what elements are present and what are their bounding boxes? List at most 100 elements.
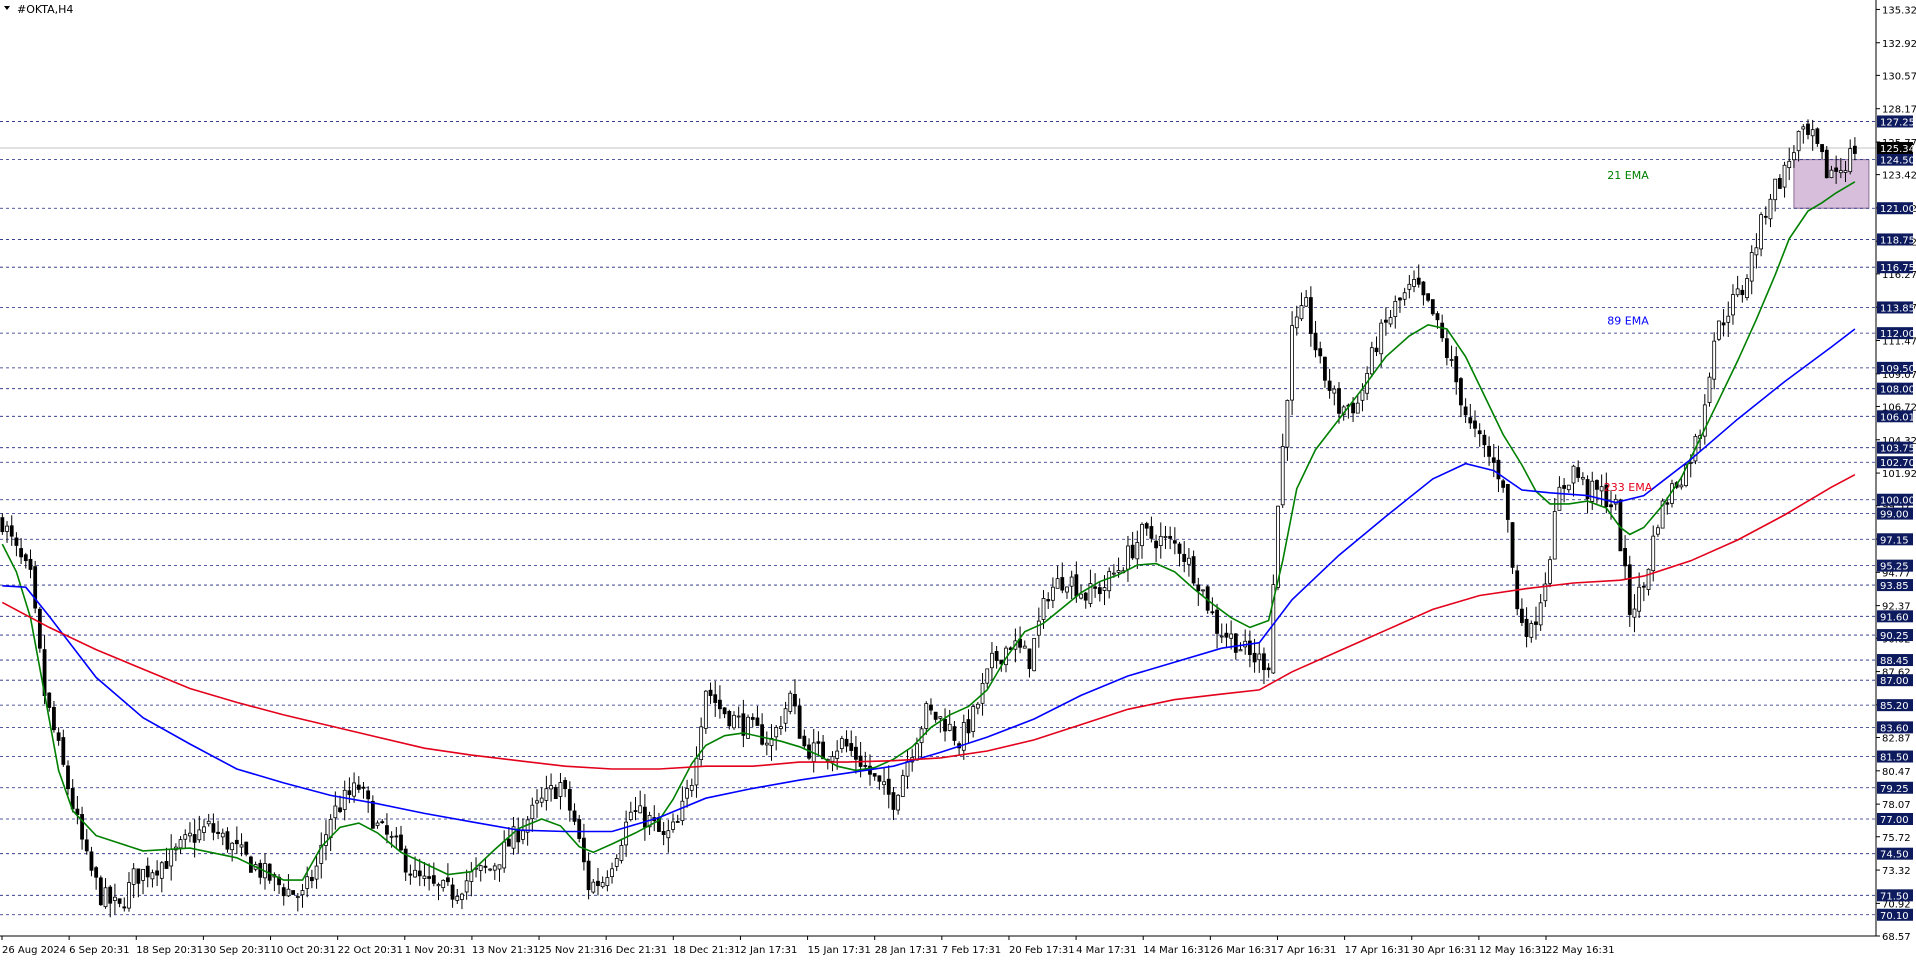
level-price-label: 95.25 — [1877, 559, 1913, 573]
time-tick-label: 22 Oct 20:31 — [338, 945, 403, 956]
candle[interactable] — [33, 560, 38, 614]
level-price-label: 77.00 — [1877, 812, 1913, 826]
svg-text:118.75: 118.75 — [1880, 235, 1915, 246]
time-tick-label: 6 Dec 21:31 — [606, 945, 667, 956]
level-price-label: 113.85 — [1877, 301, 1915, 314]
candle[interactable] — [1290, 311, 1294, 415]
price-chart[interactable]: 135.32132.92130.57128.17125.77123.42121.… — [0, 0, 1916, 963]
candle[interactable] — [37, 606, 42, 653]
time-tick-label: 20 Feb 17:31 — [1009, 945, 1075, 956]
level-price-label: 124.50 — [1877, 153, 1915, 167]
level-price-label: 112.00 — [1877, 327, 1915, 340]
level-price-label: 103.75 — [1877, 441, 1915, 455]
svg-text:93.85: 93.85 — [1880, 581, 1909, 592]
candle[interactable] — [98, 875, 103, 906]
level-price-label: 99.00 — [1877, 507, 1913, 521]
svg-text:100.00: 100.00 — [1880, 496, 1915, 507]
time-tick-label: 25 Nov 21:31 — [539, 945, 606, 956]
time-tick-label: 26 Mar 16:31 — [1210, 945, 1277, 956]
annotation-label: 21 EMA — [1607, 169, 1649, 182]
level-price-label: 97.15 — [1877, 533, 1913, 546]
svg-text:125.34: 125.34 — [1880, 144, 1915, 155]
time-tick-label: 15 Jan 17:31 — [808, 945, 871, 956]
price-tick-label: 78.07 — [1882, 800, 1911, 811]
level-price-label: 102.70 — [1877, 456, 1915, 469]
candle[interactable] — [1824, 145, 1829, 179]
price-tick-label: 82.87 — [1882, 734, 1911, 745]
svg-text:88.45: 88.45 — [1880, 656, 1909, 667]
time-tick-label: 30 Apr 16:31 — [1412, 945, 1477, 956]
svg-text:90.25: 90.25 — [1880, 631, 1909, 642]
svg-text:81.50: 81.50 — [1880, 753, 1909, 764]
level-price-label: 116.75 — [1877, 261, 1915, 274]
time-tick-label: 10 Oct 20:31 — [271, 945, 336, 956]
time-tick-label: 28 Jan 17:31 — [875, 945, 938, 956]
level-price-label: 88.45 — [1877, 654, 1913, 667]
level-price-label: 83.60 — [1877, 721, 1913, 734]
price-tick-label: 80.47 — [1882, 767, 1911, 778]
level-price-label: 121.00 — [1877, 202, 1915, 215]
candle[interactable] — [1032, 638, 1037, 672]
svg-text:112.00: 112.00 — [1880, 329, 1915, 340]
level-price-label: 127.25 — [1877, 115, 1915, 128]
svg-text:102.70: 102.70 — [1880, 458, 1915, 469]
price-tick-label: 135.32 — [1882, 5, 1916, 16]
candle[interactable] — [1716, 320, 1721, 341]
current-price-label: 125.34 — [1877, 141, 1915, 155]
candle[interactable] — [1430, 299, 1435, 316]
level-price-label: 93.85 — [1877, 579, 1913, 592]
time-tick-label: 1 Nov 20:31 — [405, 945, 466, 956]
level-price-label: 81.50 — [1877, 750, 1913, 764]
candle[interactable] — [1707, 372, 1712, 407]
level-price-label: 109.50 — [1877, 361, 1915, 375]
level-price-label: 91.60 — [1877, 610, 1913, 623]
time-tick-label: 7 Feb 17:31 — [942, 945, 1001, 956]
svg-text:87.00: 87.00 — [1880, 676, 1909, 687]
time-tick-label: 30 Sep 20:31 — [203, 945, 270, 956]
svg-text:95.25: 95.25 — [1880, 562, 1909, 573]
svg-text:103.75: 103.75 — [1880, 444, 1915, 455]
price-tick-label: 68.57 — [1882, 932, 1911, 943]
time-tick-label: 6 Sep 20:31 — [69, 945, 129, 956]
svg-text:79.25: 79.25 — [1880, 784, 1909, 795]
level-price-label: 70.10 — [1877, 908, 1913, 922]
symbol-title: #OKTA,H4 — [17, 3, 73, 16]
level-price-label: 100.00 — [1877, 493, 1915, 507]
level-price-label: 118.75 — [1877, 233, 1915, 246]
time-tick-label: 12 May 16:31 — [1479, 945, 1548, 956]
candle[interactable] — [746, 714, 750, 739]
svg-text:124.50: 124.50 — [1880, 156, 1915, 167]
candle[interactable] — [291, 890, 296, 895]
price-tick-label: 130.57 — [1882, 71, 1916, 82]
svg-text:99.00: 99.00 — [1880, 510, 1909, 521]
candle[interactable] — [1548, 556, 1552, 588]
price-tick-label: 128.17 — [1882, 105, 1916, 116]
svg-text:85.20: 85.20 — [1880, 701, 1909, 712]
price-tick-label: 101.92 — [1882, 469, 1916, 480]
level-price-label: 85.20 — [1877, 699, 1913, 712]
level-price-label: 90.25 — [1877, 629, 1913, 642]
svg-text:70.10: 70.10 — [1880, 911, 1909, 922]
candle[interactable] — [1510, 521, 1515, 574]
chart-container[interactable]: 135.32132.92130.57128.17125.77123.42121.… — [0, 0, 1916, 963]
level-price-label: 71.50 — [1877, 889, 1913, 902]
candle[interactable] — [703, 690, 708, 734]
candle[interactable] — [788, 690, 793, 715]
svg-text:127.25: 127.25 — [1880, 117, 1915, 128]
time-tick-label: 4 Mar 17:31 — [1076, 945, 1136, 956]
svg-text:121.00: 121.00 — [1880, 204, 1915, 215]
time-tick-label: 2 Jan 17:31 — [740, 945, 797, 956]
candle[interactable] — [244, 841, 249, 857]
svg-text:91.60: 91.60 — [1880, 612, 1909, 623]
time-tick-label: 13 Nov 21:31 — [472, 945, 539, 956]
price-tick-label: 132.92 — [1882, 39, 1916, 50]
annotation-label: 233 EMA — [1604, 481, 1653, 494]
svg-text:108.00: 108.00 — [1880, 385, 1915, 396]
level-price-label: 74.50 — [1877, 847, 1913, 861]
svg-text:113.85: 113.85 — [1880, 303, 1915, 314]
annotation-label: 89 EMA — [1607, 315, 1649, 328]
time-tick-label: 26 Aug 2024 — [2, 945, 66, 956]
price-tick-label: 75.72 — [1882, 833, 1911, 844]
svg-text:83.60: 83.60 — [1880, 723, 1909, 734]
level-price-label: 108.00 — [1877, 382, 1915, 396]
